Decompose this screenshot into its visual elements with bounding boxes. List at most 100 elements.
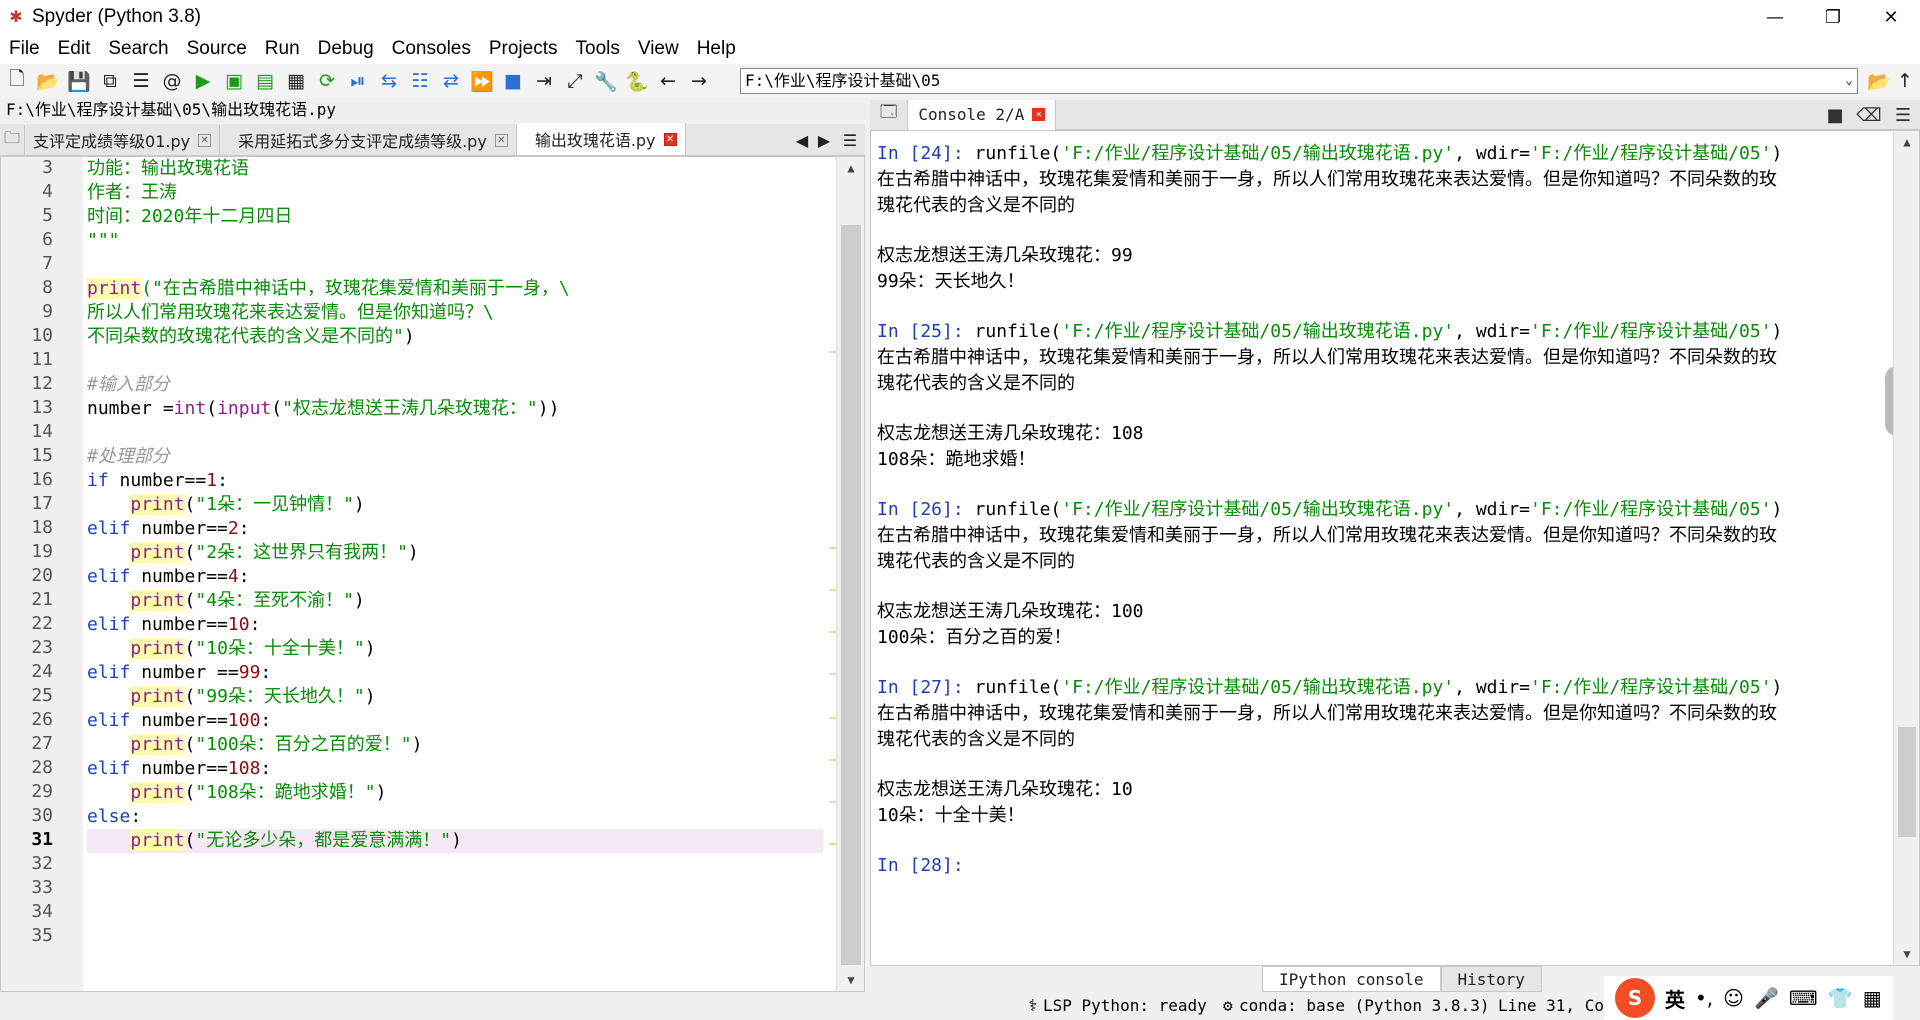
menu-debug[interactable]: Debug xyxy=(309,38,383,60)
back-arrow-icon[interactable]: ← xyxy=(654,67,682,95)
run-icon[interactable]: ▶ xyxy=(189,67,217,95)
scroll-up-icon[interactable]: ▲ xyxy=(1894,135,1920,149)
menu-run[interactable]: Run xyxy=(256,38,309,60)
open-file-icon[interactable]: 📂 xyxy=(34,67,62,95)
editor-scrollbar[interactable]: ▲ ▼ xyxy=(836,157,864,991)
step-return-icon[interactable]: ⇄ xyxy=(437,67,465,95)
browse-tabs-icon[interactable]: 🗀 xyxy=(0,125,26,155)
new-file-icon[interactable]: 🗋 xyxy=(3,67,31,95)
code-line-6: """ xyxy=(87,230,120,251)
code-editor[interactable]: 3 4 5 6 7 8 9 10 11 12 13 14 15 16 17 18 19 20 21 22 23 24 25 2… xyxy=(0,156,865,992)
console-output-line: 瑰花代表的含义是不同的 xyxy=(877,195,1075,216)
punctuation-icon[interactable]: •, xyxy=(1695,986,1713,1010)
stop-debug-icon[interactable]: ■ xyxy=(499,67,527,95)
step-icon[interactable]: ⇆ xyxy=(375,67,403,95)
tab-file-2[interactable]: 采用延拓式多分支评定成绩等级.py ✕ xyxy=(220,125,517,155)
emoji-icon[interactable]: ☺ xyxy=(1723,986,1744,1010)
tab-label: 采用延拓式多分支评定成绩等级.py xyxy=(238,132,487,151)
menu-consoles[interactable]: Consoles xyxy=(383,38,480,60)
scroll-down-icon[interactable]: ▼ xyxy=(1894,947,1920,961)
code-number: 100 xyxy=(227,710,261,731)
menu-help[interactable]: Help xyxy=(688,38,745,60)
console-input-prompt: 权志龙想送王涛几朵玫瑰花：10 xyxy=(877,779,1133,800)
tab-scroll-left-icon[interactable]: ◀ xyxy=(791,131,813,150)
restore-button[interactable]: ❐ xyxy=(1804,0,1862,34)
close-icon[interactable]: ✕ xyxy=(663,132,677,146)
close-icon[interactable]: ✕ xyxy=(494,133,508,147)
scroll-up-icon[interactable]: ▲ xyxy=(837,161,865,175)
debug-icon[interactable]: ⏯ xyxy=(344,67,372,95)
run-cell-icon[interactable]: ▣ xyxy=(220,67,248,95)
rerun-icon[interactable]: ⟳ xyxy=(313,67,341,95)
options-menu-icon[interactable]: ☰ xyxy=(835,131,865,150)
menu-projects[interactable]: Projects xyxy=(480,38,567,60)
console-output-line: 在古希腊中神话中，玫瑰花集爱情和美丽于一身，所以人们常用玫瑰花来表达爱情。但是你… xyxy=(877,169,1777,190)
run-selection-icon[interactable]: ▦ xyxy=(282,67,310,95)
minimize-button[interactable]: — xyxy=(1746,0,1804,34)
code-line-4: 作者：王涛 xyxy=(87,182,177,203)
console-command: , wdir= xyxy=(1454,143,1530,164)
save-file-icon[interactable]: 💾 xyxy=(65,67,93,95)
list-icon[interactable]: ☰ xyxy=(127,67,155,95)
code-paren: )) xyxy=(537,398,560,419)
tab-file-1[interactable]: 支评定成绩等级01.py ✕ xyxy=(25,125,221,155)
clear-console-icon[interactable]: ⌫ xyxy=(1852,105,1886,126)
code-line-13-var: number = xyxy=(87,398,174,419)
code-area[interactable]: 功能：输出玫瑰花语 作者：王涛 时间：2020年十二月四日 """ print(… xyxy=(87,157,823,991)
shirt-icon[interactable]: 👕 xyxy=(1828,986,1853,1010)
ipython-console[interactable]: In [24]: runfile('F:/作业/程序设计基础/05/输出玫瑰花语… xyxy=(870,130,1920,966)
python-path-icon[interactable]: 🐍 xyxy=(623,67,651,95)
tab-history[interactable]: History xyxy=(1440,966,1542,992)
browse-folder-icon[interactable]: 📂 xyxy=(1865,67,1893,95)
working-directory-input[interactable]: F:\作业\程序设计基础\05 ⌄ xyxy=(740,68,1858,94)
menu-edit[interactable]: Edit xyxy=(49,38,100,60)
line-number: 3 xyxy=(42,157,53,178)
console-command: , wdir= xyxy=(1454,499,1530,520)
scrollbar-thumb[interactable] xyxy=(1898,727,1916,837)
menu-view[interactable]: View xyxy=(629,38,688,60)
code-cond: number== xyxy=(130,710,228,731)
tab-ipython-console[interactable]: IPython console xyxy=(1262,966,1441,992)
ime-language[interactable]: 英 xyxy=(1665,984,1685,1013)
menu-search[interactable]: Search xyxy=(99,38,177,60)
parent-directory-icon[interactable]: ↑ xyxy=(1891,67,1919,95)
code-line-9: 所以人们常用玫瑰花来表达爱情。但是你知道吗？\ xyxy=(87,302,494,323)
fullscreen-icon[interactable]: ⤢ xyxy=(561,67,589,95)
scrollbar-thumb[interactable] xyxy=(841,225,861,965)
conda-status: conda: base (Python 3.8.3) xyxy=(1239,996,1490,1015)
tab-scroll-right-icon[interactable]: ▶ xyxy=(813,131,835,150)
close-icon[interactable]: ✕ xyxy=(1032,108,1046,121)
forward-arrow-icon[interactable]: → xyxy=(685,67,713,95)
tab-file-3[interactable]: 输出玫瑰花语.py ✕ xyxy=(516,123,686,155)
console-scrollbar[interactable]: ▲ ▼ xyxy=(1893,131,1919,965)
sogou-logo[interactable]: S xyxy=(1615,978,1655,1018)
options-menu-icon[interactable]: ☰ xyxy=(1886,105,1920,126)
close-button[interactable]: ✕ xyxy=(1862,0,1920,34)
menu-tools[interactable]: Tools xyxy=(567,38,629,60)
run-cell-advance-icon[interactable]: ▤ xyxy=(251,67,279,95)
keyboard-icon[interactable]: ⌨ xyxy=(1789,986,1818,1010)
grid-icon[interactable]: ▦ xyxy=(1863,986,1882,1010)
interrupt-kernel-icon[interactable]: ■ xyxy=(1818,105,1852,126)
step-into-icon[interactable]: ☷ xyxy=(406,67,434,95)
save-all-icon[interactable]: ⧉ xyxy=(96,67,124,95)
menu-source[interactable]: Source xyxy=(178,38,256,60)
main-toolbar: 🗋 📂 💾 ⧉ ☰ @ ▶ ▣ ▤ ▦ ⟳ ⏯ ⇆ ☷ ⇄ ⏩ ■ ⇥ ⤢ 🔧 … xyxy=(0,64,1920,98)
menu-file[interactable]: File xyxy=(0,38,49,60)
at-icon[interactable]: @ xyxy=(158,67,186,95)
chevron-down-icon[interactable]: ⌄ xyxy=(1845,69,1853,93)
line-number: 29 xyxy=(31,781,53,802)
browse-tabs-icon[interactable]: 🗔 xyxy=(870,99,909,130)
scroll-down-icon[interactable]: ▼ xyxy=(837,973,865,987)
code-keyword: elif xyxy=(87,518,131,539)
line-number: 27 xyxy=(31,733,53,754)
continue-icon[interactable]: ⏩ xyxy=(468,67,496,95)
console-path-arg: 'F:/作业/程序设计基础/05/输出玫瑰花语.py' xyxy=(1061,321,1455,342)
code-builtin: int xyxy=(173,398,207,419)
console-bottom-tabs: IPython console History xyxy=(1262,966,1542,992)
tab-console[interactable]: Console 2/A ✕ xyxy=(908,99,1057,130)
microphone-icon[interactable]: 🎤 xyxy=(1754,986,1779,1010)
close-icon[interactable]: ✕ xyxy=(198,133,212,147)
preferences-wrench-icon[interactable]: 🔧 xyxy=(592,67,620,95)
maximize-pane-icon[interactable]: ⇥ xyxy=(530,67,558,95)
